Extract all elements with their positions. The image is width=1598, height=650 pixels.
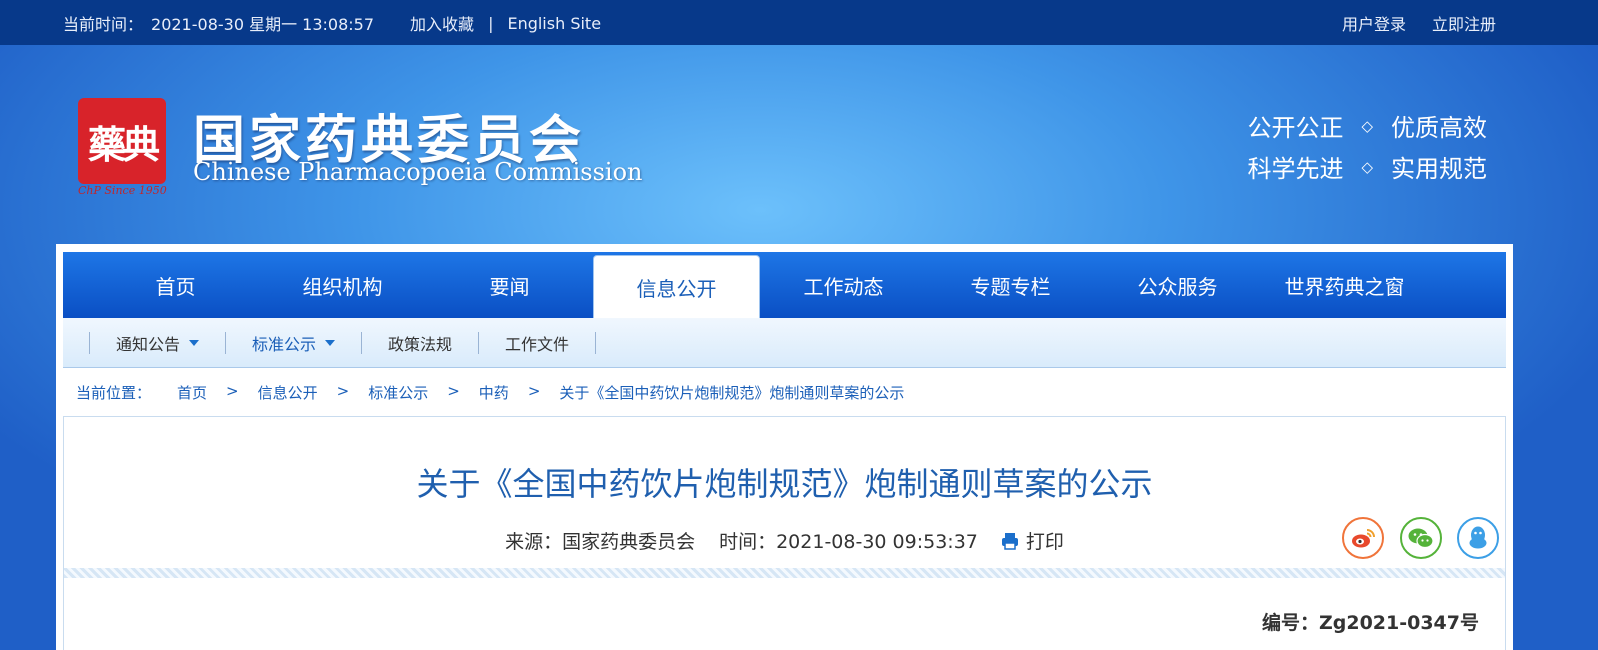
content-panel: 首页 组织机构 要闻 信息公开 工作动态 专题专栏 公众服务 世界药典之窗 通知… [56, 244, 1513, 650]
slogan-line-1: 公开公正 ◇ 优质高效 [1247, 108, 1487, 143]
wechat-icon [1408, 528, 1434, 549]
subnav-item-notices[interactable]: 通知公告 [89, 331, 225, 354]
nav-item-public-services[interactable]: 公众服务 [1094, 252, 1261, 318]
article-meta: 来源：国家药典委员会 时间：2021-08-30 09:53:37 打印 [64, 527, 1505, 554]
pharmacopoeia-seal-logo[interactable]: 藥典 [78, 98, 166, 184]
slogan-text: 实用规范 [1391, 155, 1487, 183]
register-link[interactable]: 立即注册 [1432, 11, 1496, 35]
top-bar-left: 当前时间： 2021-08-30 星期一 13:08:57 加入收藏 | Eng… [63, 11, 601, 35]
seal-caption: ChP Since 1950 [78, 184, 167, 197]
nav-item-home[interactable]: 首页 [92, 252, 259, 318]
nav-item-information-disclosure[interactable]: 信息公开 [593, 255, 760, 318]
nav-item-world-pharmacopoeia[interactable]: 世界药典之窗 [1261, 252, 1428, 318]
subnav-item-policies[interactable]: 政策法规 [361, 331, 478, 354]
sub-nav: 通知公告 标准公示 政策法规 工作文件 [63, 318, 1506, 368]
nav-item-news[interactable]: 要闻 [426, 252, 593, 318]
slogan-text: 科学先进 [1247, 155, 1344, 183]
share-wechat-button[interactable] [1400, 517, 1442, 559]
add-bookmark-link[interactable]: 加入收藏 [410, 11, 474, 35]
slogan-text: 优质高效 [1391, 114, 1487, 142]
article-box: 关于《全国中药饮片炮制规范》炮制通则草案的公示 来源：国家药典委员会 时间：20… [63, 416, 1506, 650]
site-title-en: Chinese Pharmacopoeia Commission [193, 158, 643, 186]
document-number: 编号：Zg2021-0347号 [1261, 612, 1479, 634]
breadcrumb-item-info[interactable]: 信息公开 [258, 382, 318, 403]
breadcrumb-label: 当前位置： [76, 384, 152, 402]
subnav-item-label: 政策法规 [388, 334, 453, 354]
print-label: 打印 [1025, 531, 1064, 553]
main-nav: 首页 组织机构 要闻 信息公开 工作动态 专题专栏 公众服务 世界药典之窗 [63, 252, 1506, 318]
subnav-item-work-documents[interactable]: 工作文件 [478, 331, 597, 354]
nav-item-organization[interactable]: 组织机构 [259, 252, 426, 318]
slogan-line-2: 科学先进 ◇ 实用规范 [1247, 149, 1487, 184]
slogan-text: 公开公正 [1247, 114, 1344, 142]
diamond-icon: ◇ [1361, 116, 1373, 135]
current-time-value: 2021-08-30 星期一 13:08:57 [151, 15, 375, 34]
top-bar-right: 用户登录 立即注册 [1316, 11, 1496, 35]
breadcrumb-separator: > [527, 382, 541, 400]
article-source: 来源：国家药典委员会 [505, 531, 696, 553]
nav-item-special-topics[interactable]: 专题专栏 [927, 252, 1094, 318]
subnav-item-label: 标准公示 [252, 334, 317, 354]
print-button[interactable]: 打印 [1000, 527, 1064, 554]
share-qq-button[interactable] [1457, 517, 1499, 559]
subnav-item-label: 工作文件 [505, 334, 570, 354]
english-site-link[interactable]: English Site [507, 14, 601, 33]
breadcrumb-item-current[interactable]: 关于《全国中药饮片炮制规范》炮制通则草案的公示 [559, 382, 904, 403]
article-time: 时间：2021-08-30 09:53:37 [719, 531, 978, 553]
breadcrumb: 当前位置： 首页 > 信息公开 > 标准公示 > 中药 > 关于《全国中药饮片炮… [76, 382, 904, 403]
article-title: 关于《全国中药饮片炮制规范》炮制通则草案的公示 [416, 465, 1153, 503]
breadcrumb-separator: > [226, 382, 239, 400]
login-link[interactable]: 用户登录 [1342, 11, 1406, 35]
share-weibo-button[interactable] [1342, 517, 1384, 559]
diamond-icon: ◇ [1361, 157, 1373, 176]
subnav-item-standard-publicity[interactable]: 标准公示 [225, 331, 361, 354]
breadcrumb-item-home[interactable]: 首页 [177, 382, 207, 403]
breadcrumb-item-tcm[interactable]: 中药 [479, 382, 509, 403]
breadcrumb-separator: > [336, 382, 350, 400]
caret-down-icon [325, 339, 336, 346]
breadcrumb-item-standard[interactable]: 标准公示 [368, 382, 428, 403]
printer-icon [1001, 532, 1018, 550]
current-time-label: 当前时间： [63, 15, 144, 34]
caret-down-icon [189, 339, 200, 346]
top-bar-separator: | [488, 13, 494, 33]
nav-item-work-updates[interactable]: 工作动态 [760, 252, 927, 318]
breadcrumb-separator: > [447, 382, 460, 400]
subnav-item-label: 通知公告 [116, 334, 181, 354]
top-bar: 当前时间： 2021-08-30 星期一 13:08:57 加入收藏 | Eng… [0, 0, 1598, 45]
weibo-icon [1352, 529, 1375, 548]
decorative-stripe-divider [64, 568, 1505, 578]
qq-penguin-icon [1469, 526, 1487, 549]
